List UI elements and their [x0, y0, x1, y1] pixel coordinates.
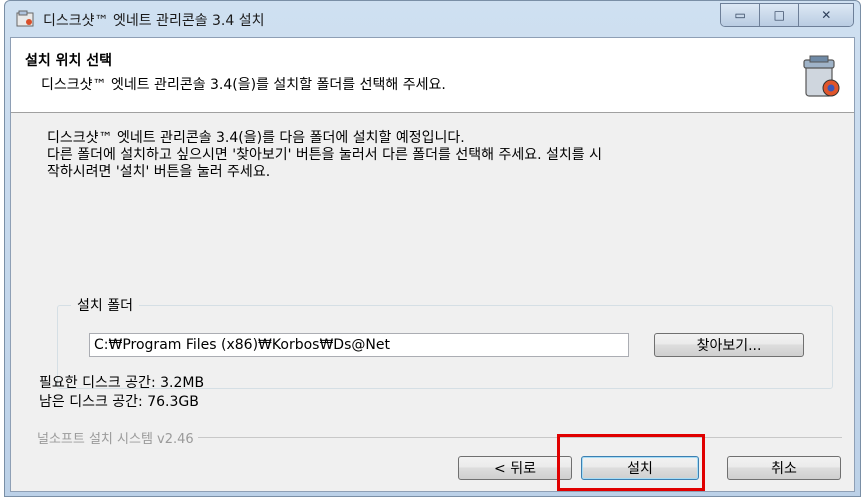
intro-line-2: 다른 폴더에 설치하고 싶으시면 '찾아보기' 버튼을 눌러서 다른 폴더를 선… — [47, 147, 602, 180]
page-subtitle: 디스크샷™ 엣네트 관리콘솔 3.4(을)를 설치할 폴더를 선택해 주세요. — [41, 77, 446, 93]
cancel-button[interactable]: 취소 — [727, 456, 841, 480]
maximize-button[interactable]: □ — [760, 4, 800, 26]
space-available: 남은 디스크 공간: 76.3GB — [39, 394, 199, 410]
intro-text: 디스크샷™ 엣네트 관리콘솔 3.4(을)를 다음 폴더에 설치할 예정입니다.… — [47, 130, 807, 181]
intro-line-1: 디스크샷™ 엣네트 관리콘솔 3.4(을)를 다음 폴더에 설치할 예정입니다. — [47, 130, 465, 146]
minimize-button[interactable]: ▭ — [721, 4, 761, 26]
branding-text: 널소프트 설치 시스템 v2.46 — [37, 428, 198, 447]
installer-window: 디스크샷™ 엣네트 관리콘솔 3.4 설치 ▭ □ ✕ 설치 위치 선택 디스크… — [4, 0, 861, 497]
browse-button[interactable]: 찾아보기... — [654, 333, 804, 357]
back-button[interactable]: < 뒤로 — [458, 456, 572, 480]
installer-app-icon — [16, 10, 34, 27]
installer-box-icon — [803, 55, 840, 97]
title-bar: 디스크샷™ 엣네트 관리콘솔 3.4 설치 ▭ □ ✕ — [5, 1, 860, 37]
destination-folder-label: 설치 폴더 — [71, 295, 139, 315]
window-controls: ▭ □ ✕ — [720, 3, 854, 27]
window-title: 디스크샷™ 엣네트 관리콘솔 3.4 설치 — [43, 13, 265, 29]
space-required: 필요한 디스크 공간: 3.2MB — [39, 375, 205, 391]
close-button[interactable]: ✕ — [799, 4, 853, 26]
page-title: 설치 위치 선택 — [25, 53, 113, 69]
dialog-client-area: 설치 위치 선택 디스크샷™ 엣네트 관리콘솔 3.4(을)를 설치할 폴더를 … — [10, 37, 855, 492]
install-path-input[interactable] — [89, 333, 629, 357]
install-button[interactable]: 설치 — [581, 456, 699, 480]
page-header: 설치 위치 선택 디스크샷™ 엣네트 관리콘솔 3.4(을)를 설치할 폴더를 … — [11, 38, 854, 113]
branding-row: 널소프트 설치 시스템 v2.46 — [37, 428, 842, 447]
